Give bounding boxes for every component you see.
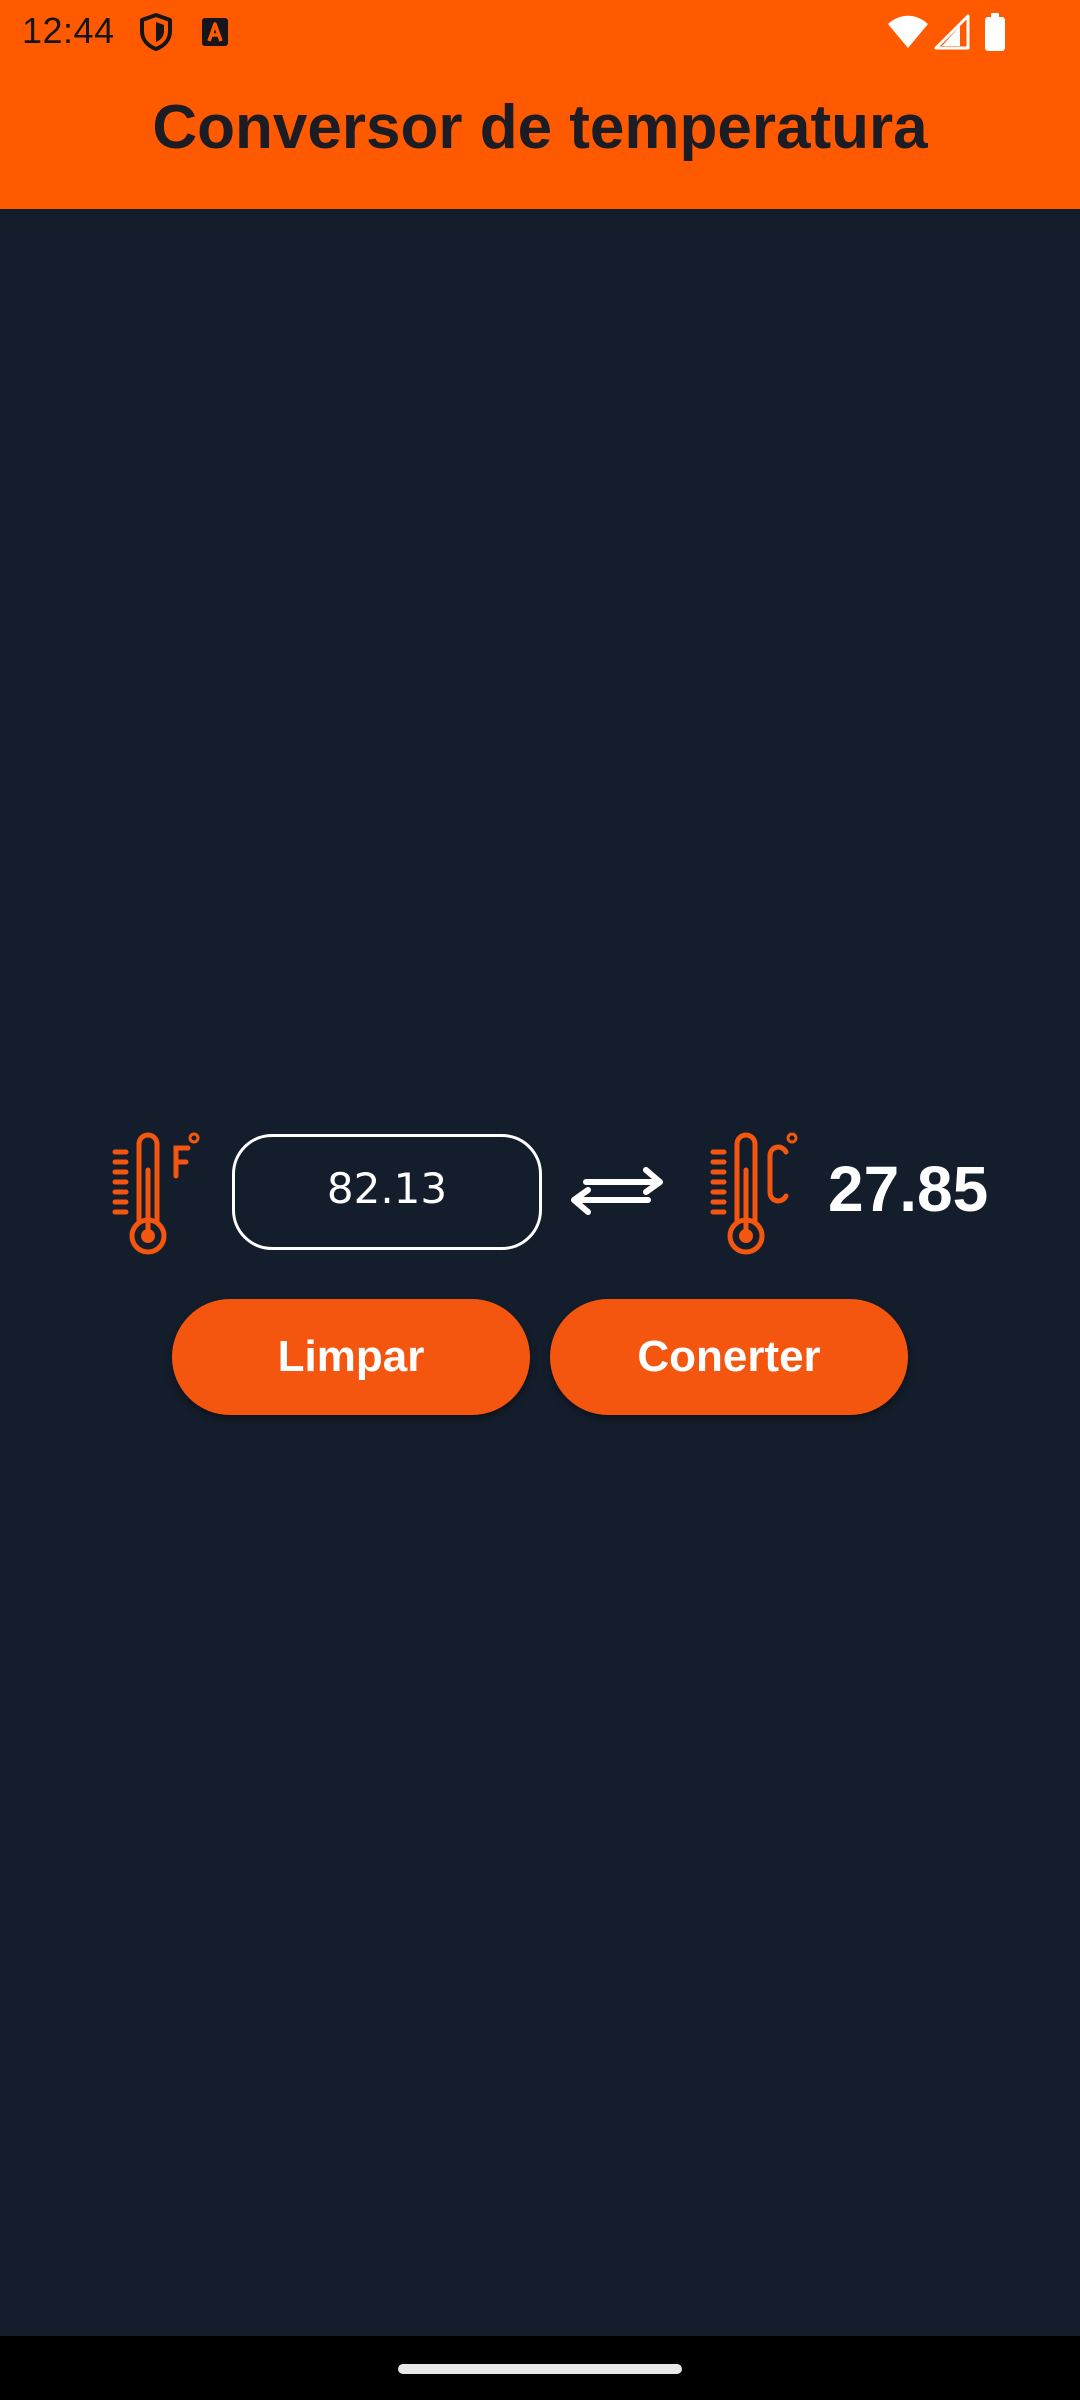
home-gesture-handle[interactable] <box>398 2364 682 2374</box>
thermometer-celsius-icon <box>710 1132 798 1255</box>
signal-icon <box>934 14 970 50</box>
celsius-result: 27.85 <box>828 1153 989 1225</box>
fahrenheit-input[interactable] <box>232 1134 542 1250</box>
clear-button[interactable]: Limpar <box>172 1299 530 1415</box>
wifi-icon <box>888 15 928 48</box>
navigation-bar <box>0 2336 1080 2400</box>
swap-arrows-icon <box>571 1167 663 1215</box>
status-time: 12:44 <box>22 10 115 51</box>
battery-icon <box>985 13 1005 51</box>
shield-icon <box>140 13 172 51</box>
convert-button[interactable]: Conerter <box>550 1299 908 1415</box>
thermometer-fahrenheit-icon <box>112 1132 200 1255</box>
a-notification-icon <box>202 18 228 46</box>
app-screen: 12:44 Conversor de temperatura 82.13 27.… <box>0 0 1080 2400</box>
app-bar: 12:44 Conversor de temperatura <box>0 0 1080 209</box>
page-title: Conversor de temperatura <box>152 93 928 162</box>
